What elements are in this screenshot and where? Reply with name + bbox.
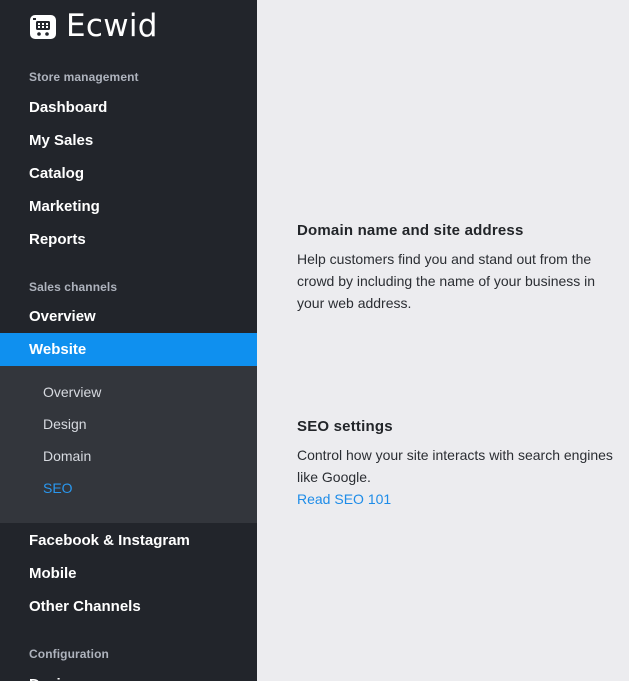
domain-section: Domain name and site address Help custom… [297, 222, 617, 314]
sidebar-item-other-channels[interactable]: Other Channels [0, 590, 257, 623]
section-label-configuration: Configuration [29, 647, 109, 661]
seo-section-title: SEO settings [297, 418, 393, 435]
domain-section-description: Help customers find you and stand out fr… [297, 251, 596, 311]
sidebar-item-my-sales[interactable]: My Sales [0, 124, 257, 157]
submenu-item-seo[interactable]: SEO [43, 480, 73, 496]
sidebar-item-dashboard[interactable]: Dashboard [0, 91, 257, 124]
sidebar-item-facebook-instagram[interactable]: Facebook & Instagram [0, 524, 257, 557]
section-label-store-management: Store management [29, 70, 139, 84]
sidebar-item-design[interactable]: Design [0, 668, 257, 681]
read-seo-101-link[interactable]: Read SEO 101 [297, 488, 617, 510]
ecwid-logo[interactable]: Ecwid [29, 8, 158, 44]
submenu-item-overview[interactable]: Overview [43, 384, 101, 400]
sidebar-item-reports[interactable]: Reports [0, 223, 257, 256]
sidebar-item-mobile[interactable]: Mobile [0, 557, 257, 590]
sidebar-item-website[interactable]: Website [0, 333, 257, 366]
sidebar-item-catalog[interactable]: Catalog [0, 157, 257, 190]
submenu-item-domain[interactable]: Domain [43, 448, 91, 464]
sidebar-item-marketing[interactable]: Marketing [0, 190, 257, 223]
sidebar: Ecwid Store management Dashboard My Sale… [0, 0, 257, 681]
seo-section: SEO settings Control how your site inter… [297, 418, 617, 510]
cart-logo-icon [30, 15, 56, 39]
domain-section-title: Domain name and site address [297, 222, 524, 239]
website-submenu: Overview Design Domain SEO [0, 366, 257, 523]
submenu-item-design[interactable]: Design [43, 416, 87, 432]
seo-section-description: Control how your site interacts with sea… [297, 447, 613, 485]
brand-name: Ecwid [66, 8, 158, 44]
sidebar-item-overview[interactable]: Overview [0, 300, 257, 333]
section-label-sales-channels: Sales channels [29, 280, 118, 294]
